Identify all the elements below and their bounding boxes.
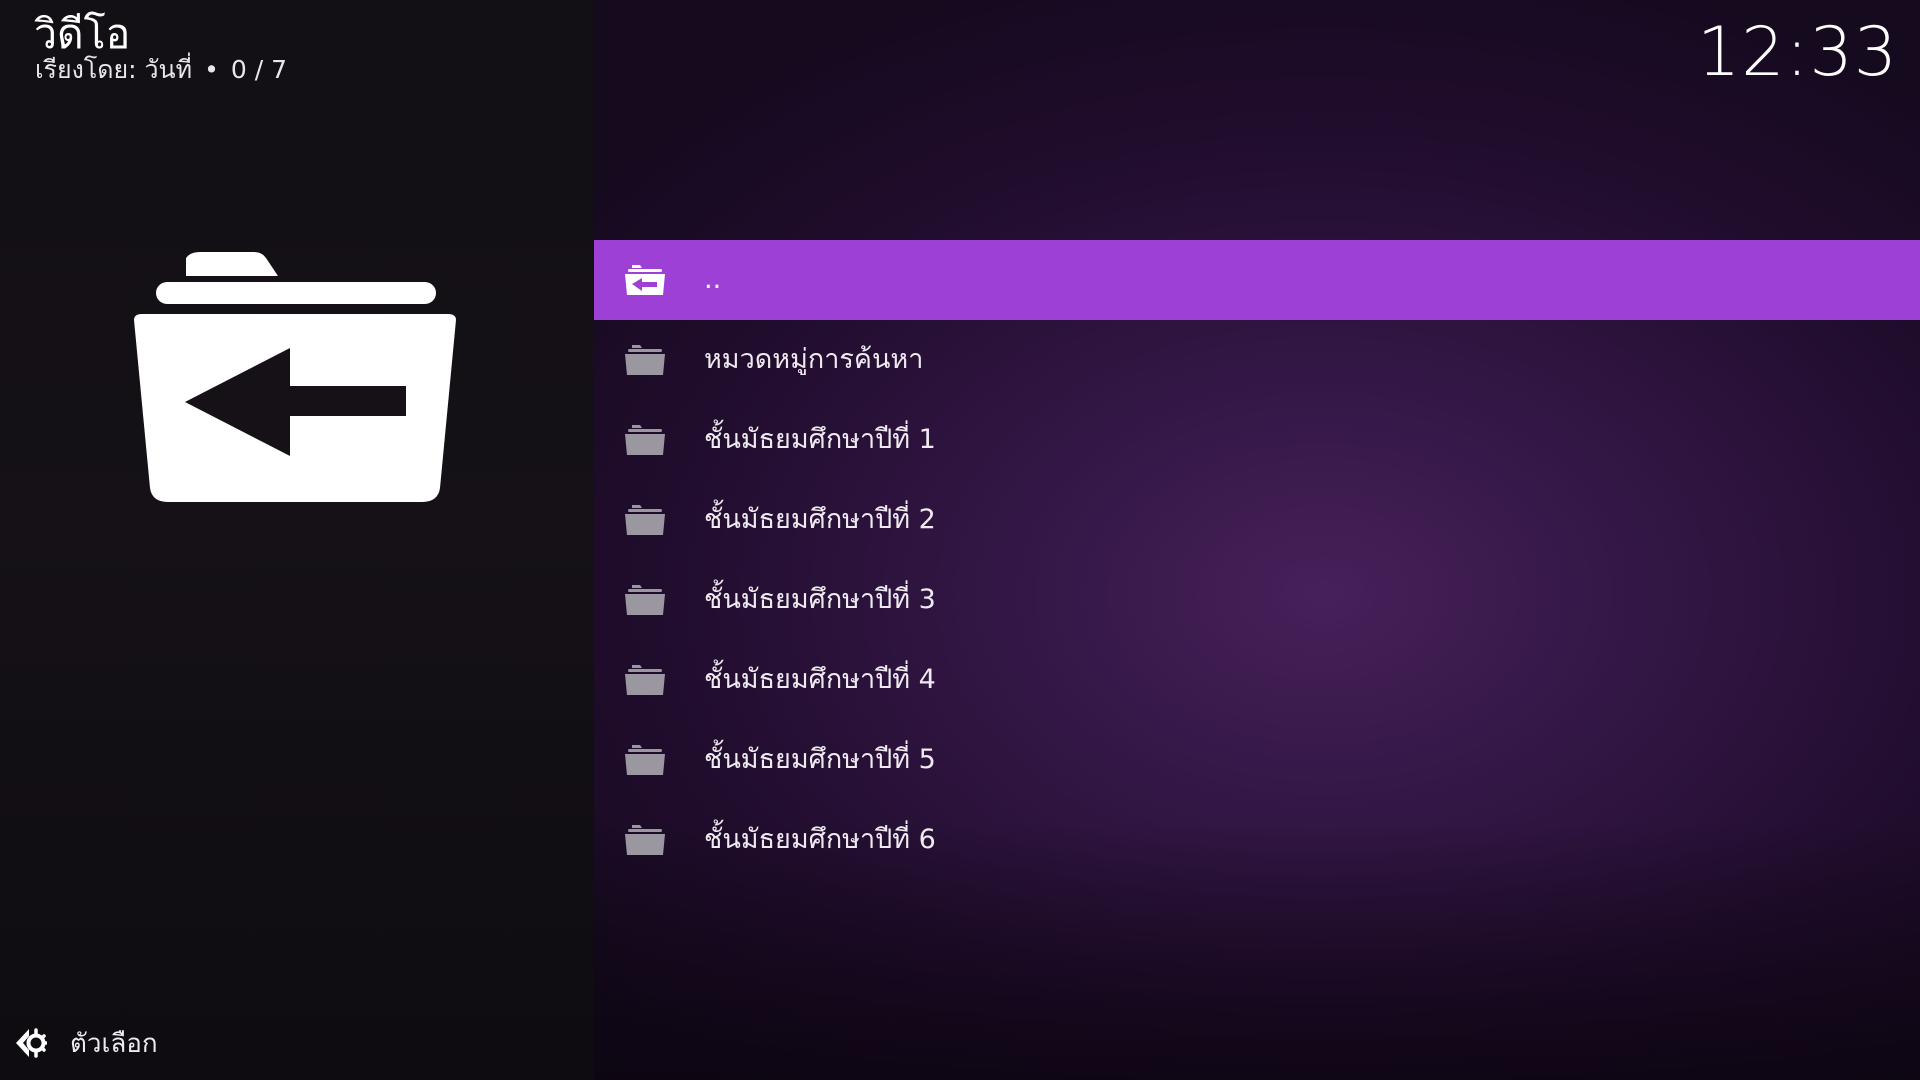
list-item-folder[interactable]: ชั้นมัธยมศึกษาปีที่ 4 — [594, 640, 1920, 720]
options-gear-icon — [12, 1025, 48, 1061]
folder-back-icon — [130, 252, 460, 502]
folder-icon — [622, 420, 668, 460]
folder-back-icon — [622, 260, 668, 300]
folder-icon — [622, 500, 668, 540]
list-item-label: ชั้นมัธยมศึกษาปีที่ 1 — [704, 424, 936, 455]
options-button[interactable]: ตัวเลือก — [12, 1022, 158, 1064]
file-list: .. หมวดหมู่การค้นหา ชั้นมัธยมศึกษาปีที่ … — [594, 240, 1920, 880]
media-browser-screen: วิดีโอ เรียงโดย: วันที่ • 0 / 7 ตัวเลือก… — [0, 0, 1920, 1080]
list-item-folder[interactable]: ชั้นมัธยมศึกษาปีที่ 3 — [594, 560, 1920, 640]
list-item-parent-folder[interactable]: .. — [594, 240, 1920, 320]
list-item-label: ชั้นมัธยมศึกษาปีที่ 3 — [704, 584, 936, 615]
folder-icon — [622, 820, 668, 860]
list-item-label: ชั้นมัธยมศึกษาปีที่ 4 — [704, 664, 936, 695]
options-label: ตัวเลือก — [70, 1028, 158, 1059]
sort-info: เรียงโดย: วันที่ • 0 / 7 — [35, 52, 287, 88]
list-item-label: ชั้นมัธยมศึกษาปีที่ 2 — [704, 504, 936, 535]
list-item-label: ชั้นมัธยมศึกษาปีที่ 6 — [704, 824, 936, 855]
list-item-folder[interactable]: หมวดหมู่การค้นหา — [594, 320, 1920, 400]
folder-icon — [622, 660, 668, 700]
list-item-folder[interactable]: ชั้นมัธยมศึกษาปีที่ 2 — [594, 480, 1920, 560]
list-item-label: ชั้นมัธยมศึกษาปีที่ 5 — [704, 744, 936, 775]
list-item-label: .. — [704, 264, 722, 295]
position-counter: 0 / 7 — [230, 55, 288, 84]
separator-dot: • — [204, 55, 219, 84]
list-item-folder[interactable]: ชั้นมัธยมศึกษาปีที่ 5 — [594, 720, 1920, 800]
folder-icon — [622, 340, 668, 380]
clock: 12:33 — [1697, 13, 1898, 92]
list-item-folder[interactable]: ชั้นมัธยมศึกษาปีที่ 1 — [594, 400, 1920, 480]
folder-icon — [622, 580, 668, 620]
list-item-label: หมวดหมู่การค้นหา — [704, 344, 924, 375]
folder-icon — [622, 740, 668, 780]
list-item-folder[interactable]: ชั้นมัธยมศึกษาปีที่ 6 — [594, 800, 1920, 880]
info-panel: วิดีโอ เรียงโดย: วันที่ • 0 / 7 ตัวเลือก — [0, 0, 594, 1080]
sort-label: เรียงโดย: วันที่ — [35, 55, 193, 84]
